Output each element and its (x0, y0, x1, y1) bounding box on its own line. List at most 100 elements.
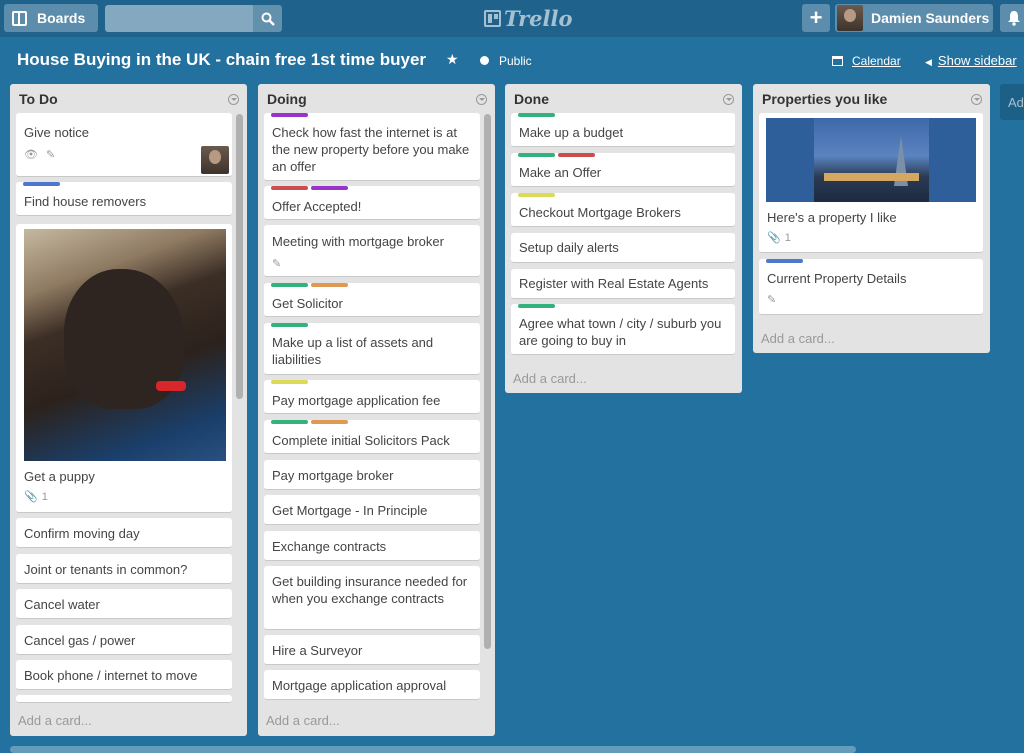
card-pay-mortgage-fee[interactable]: Pay mortgage application fee (264, 380, 480, 414)
card-book-phone-internet[interactable]: Book phone / internet to move (16, 660, 232, 690)
label-green (518, 153, 555, 157)
card-offer-accepted[interactable]: Offer Accepted! (264, 186, 480, 220)
label-green (271, 283, 308, 287)
add-card-link[interactable]: Add a card... (266, 713, 340, 728)
card-title: Agree what town / city / suburb you are … (519, 316, 722, 348)
calendar-icon (832, 56, 843, 66)
eye-icon: 👁 (24, 149, 38, 161)
caret-left-icon: ◀ (925, 57, 932, 67)
boards-label: Boards (37, 10, 86, 26)
notifications-button[interactable] (1000, 4, 1024, 32)
card-hire-surveyor[interactable]: Hire a Surveyor (264, 635, 480, 665)
card-get-a-puppy[interactable]: Get a puppy 📎 1 (16, 224, 232, 513)
list-scrollbar[interactable] (236, 114, 243, 399)
card-title: Checkout Mortgage Brokers (519, 205, 681, 220)
list-title[interactable]: Done (514, 91, 549, 107)
card-title: Meeting with mortgage broker (272, 234, 444, 249)
label-yellow (518, 193, 555, 197)
user-menu-button[interactable]: Damien Saunders (835, 4, 993, 32)
card-meeting-mortgage-broker[interactable]: Meeting with mortgage broker ✎ (264, 225, 480, 277)
star-icon[interactable]: ★ (446, 51, 459, 68)
calendar-link[interactable]: Calendar (832, 54, 901, 68)
card-give-notice[interactable]: Give notice 👁 ✎ (16, 113, 232, 177)
label-orange (311, 283, 348, 287)
logo-text: Trello (504, 6, 573, 31)
card-title: Pay mortgage broker (272, 468, 394, 483)
list-scrollbar[interactable] (484, 114, 491, 649)
card-title: Cancel water (24, 597, 100, 612)
card-make-budget[interactable]: Make up a budget (511, 113, 735, 147)
card-title: Get Solicitor (272, 296, 343, 311)
card-get-solicitor[interactable]: Get Solicitor (264, 283, 480, 317)
show-sidebar-label: Show sidebar (937, 53, 1017, 68)
list-menu-icon[interactable] (476, 94, 487, 105)
list-properties: Properties you like Here's a property I … (753, 84, 990, 353)
label-green (271, 323, 308, 327)
label-purple (311, 186, 348, 190)
pencil-icon: ✎ (272, 258, 282, 270)
board-horizontal-scrollbar[interactable] (10, 746, 856, 753)
list-title[interactable]: Doing (267, 91, 307, 107)
card-title: Pay mortgage application fee (272, 393, 441, 408)
label-purple (271, 113, 308, 117)
search-input[interactable] (105, 5, 253, 32)
card-checkout-brokers[interactable]: Checkout Mortgage Brokers (511, 193, 735, 227)
user-name: Damien Saunders (871, 10, 990, 26)
card-building-insurance[interactable]: Get building insurance needed for when y… (264, 566, 480, 630)
search-button[interactable] (253, 5, 282, 32)
card-title: Find house removers (24, 194, 147, 209)
card-check-internet[interactable]: Check how fast the internet is at the ne… (264, 113, 480, 181)
list-todo: To Do Give notice 👁 ✎ Find house remover… (10, 84, 247, 736)
card-make-offer[interactable]: Make an Offer (511, 153, 735, 187)
card-real-estate-agents[interactable]: Register with Real Estate Agents (511, 269, 735, 299)
trello-logo[interactable]: Trello (484, 6, 573, 31)
card-title: Hire a Surveyor (272, 643, 363, 658)
card-cancel-water[interactable]: Cancel water (16, 589, 232, 619)
boards-button[interactable]: Boards (4, 4, 98, 32)
show-sidebar-link[interactable]: ◀ Show sidebar (925, 53, 1017, 68)
add-list-button[interactable]: Add (1000, 84, 1024, 120)
card-title: Mortgage application approval (272, 678, 447, 693)
member-avatar[interactable] (201, 146, 229, 174)
label-blue (23, 182, 60, 186)
list-menu-icon[interactable] (723, 94, 734, 105)
label-green (518, 113, 555, 117)
card-assets-liabilities[interactable]: Make up a list of assets and liabilities (264, 323, 480, 375)
add-card-link[interactable]: Add a card... (513, 371, 587, 386)
list-title[interactable]: Properties you like (762, 91, 887, 107)
card-find-house-removers[interactable]: Find house removers (16, 182, 232, 216)
card-exchange-contracts[interactable]: Exchange contracts (264, 531, 480, 561)
pencil-icon: ✎ (767, 294, 777, 306)
puppy-cover-image (24, 229, 226, 461)
card-daily-alerts[interactable]: Setup daily alerts (511, 233, 735, 263)
card-mortgage-approval[interactable]: Mortgage application approval (264, 670, 480, 700)
card-current-property[interactable]: Current Property Details ✎ (759, 259, 983, 315)
label-green (518, 304, 555, 308)
card-joint-or-tenants[interactable]: Joint or tenants in common? (16, 554, 232, 584)
card-property-i-like[interactable]: Here's a property I like 📎 1 (759, 113, 983, 253)
card-title: Make an Offer (519, 165, 602, 180)
paperclip-icon: 📎 (24, 491, 38, 503)
card-mortgage-in-principle[interactable]: Get Mortgage - In Principle (264, 495, 480, 525)
list-title[interactable]: To Do (19, 91, 58, 107)
board-title[interactable]: House Buying in the UK - chain free 1st … (17, 50, 426, 70)
visibility-label[interactable]: Public (499, 54, 532, 68)
search-icon (261, 12, 275, 26)
card-solicitors-pack[interactable]: Complete initial Solicitors Pack (264, 420, 480, 454)
card-title: Complete initial Solicitors Pack (272, 433, 450, 448)
card-title: Give notice (24, 125, 90, 140)
add-button[interactable]: + (802, 4, 830, 32)
card-cancel-gas-power[interactable]: Cancel gas / power (16, 625, 232, 655)
add-card-link[interactable]: Add a card... (18, 713, 92, 728)
card-title: Cancel gas / power (24, 633, 136, 648)
card-title: Book phone / internet to move (24, 668, 198, 683)
list-menu-icon[interactable] (228, 94, 239, 105)
card-title: Get Mortgage - In Principle (272, 503, 428, 518)
card-confirm-moving-day[interactable]: Confirm moving day (16, 518, 232, 548)
list-menu-icon[interactable] (971, 94, 982, 105)
add-card-link[interactable]: Add a card... (761, 331, 835, 346)
card-agree-town[interactable]: Agree what town / city / suburb you are … (511, 304, 735, 355)
label-red (271, 186, 308, 190)
card-pay-mortgage-broker[interactable]: Pay mortgage broker (264, 460, 480, 490)
paperclip-icon: 📎 (767, 232, 781, 244)
